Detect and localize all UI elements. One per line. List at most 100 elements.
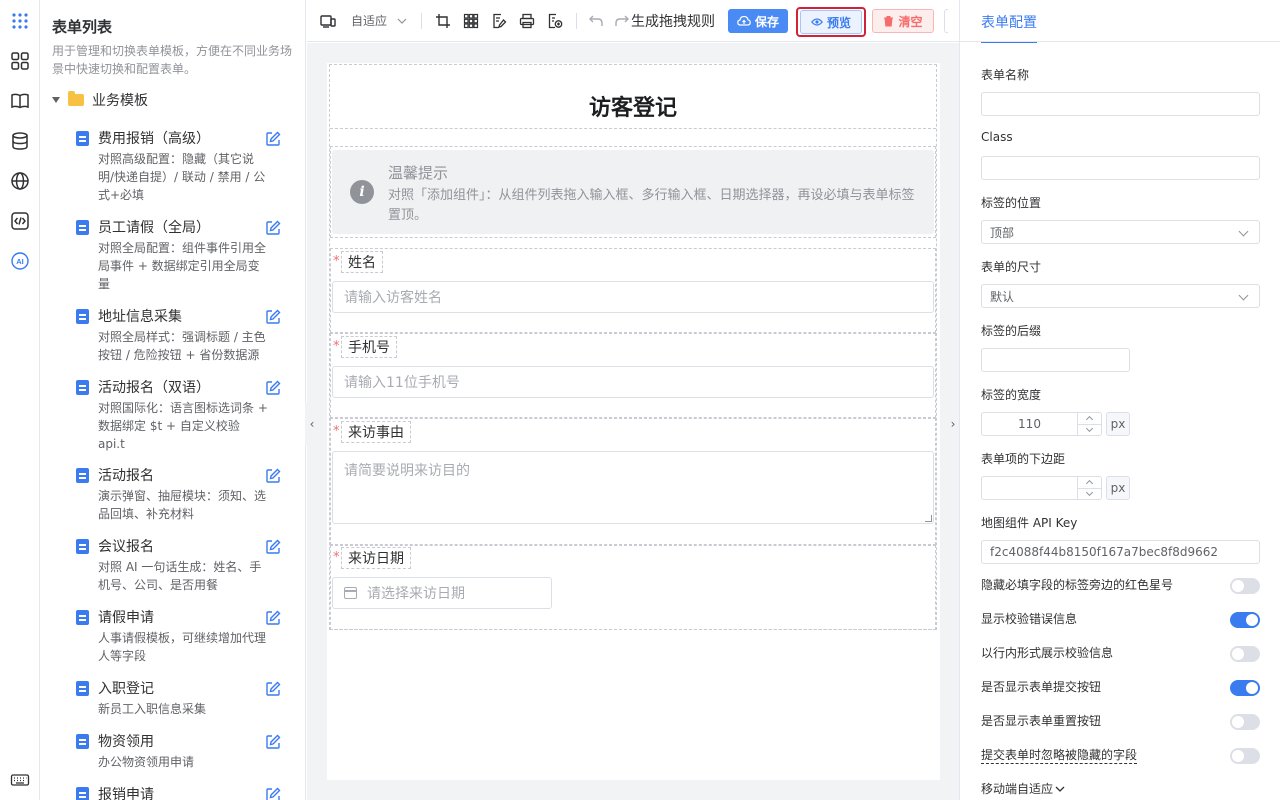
item-margin-unit: px [1106, 476, 1130, 500]
toolbar-divider [576, 12, 578, 29]
calendar-icon [344, 587, 357, 599]
edit-icon[interactable] [264, 786, 282, 800]
code-icon[interactable] [8, 209, 32, 233]
template-name: 活动报名 [98, 468, 154, 484]
tip-alert[interactable]: i 温馨提示 对照「添加组件」：从组件列表拖入输入框、多行输入框、日期选择器，再… [332, 150, 934, 234]
template-name: 会议报名 [98, 539, 154, 555]
switch-label: 是否显示表单提交按钮 [981, 680, 1102, 694]
generate-rules-button[interactable]: 生成拖拽规则 [631, 11, 715, 31]
preview-highlight: 预览 [796, 7, 866, 37]
chevron-up-icon[interactable] [1085, 415, 1094, 424]
label-width-label: 标签的宽度 [981, 388, 1042, 402]
grid-icon[interactable] [462, 12, 480, 30]
crop-icon[interactable] [434, 12, 452, 30]
template-name: 请假申请 [98, 610, 154, 626]
class-label: Class [981, 130, 1013, 144]
hide-required-asterisk-switch[interactable] [1230, 578, 1260, 594]
template-sidebar: 表单列表 用于管理和切换表单模板，方便在不同业务场景中快速切换和配置表单。 业务… [40, 0, 306, 800]
collapse-right-button[interactable]: › [946, 402, 960, 446]
inline-validation-switch[interactable] [1230, 646, 1260, 662]
toolbar-divider [421, 12, 423, 29]
tab-form-config[interactable]: 表单配置 [981, 12, 1037, 43]
mobile-adaptive-toggle[interactable]: 移动端自适应 [981, 780, 1065, 797]
template-desc: 对照国际化：语言图标选词条 + 数据绑定 $t + 自定义校验 api.t [98, 401, 268, 451]
required-mark: * [333, 339, 340, 354]
info-icon: i [350, 180, 374, 204]
ignore-hidden-fields-switch[interactable] [1230, 748, 1260, 764]
database-icon[interactable] [8, 129, 32, 153]
apps-grid-icon[interactable] [8, 9, 32, 33]
undo-icon[interactable] [587, 12, 605, 30]
print-icon[interactable] [518, 12, 536, 30]
edit-icon[interactable] [264, 130, 282, 148]
edit-doc-icon[interactable] [490, 12, 508, 30]
field-label: 姓名 [341, 251, 383, 273]
switch-label: 显示校验错误信息 [981, 612, 1078, 626]
label-width-unit: px [1106, 412, 1130, 436]
trash-icon [884, 16, 894, 27]
chevron-down-icon[interactable] [1085, 424, 1094, 433]
edit-icon[interactable] [264, 609, 282, 627]
preview-button[interactable]: 预览 [800, 10, 862, 34]
adaptive-select[interactable]: 自适应 [351, 12, 407, 29]
label-width-input[interactable]: 110 [981, 412, 1102, 436]
device-icon[interactable] [319, 12, 337, 30]
redo-icon[interactable] [613, 12, 631, 30]
label-position-select[interactable]: 顶部 [981, 220, 1260, 244]
edit-icon[interactable] [264, 379, 282, 397]
visitor-name-input[interactable]: 请输入访客姓名 [332, 281, 934, 313]
mobile-adaptive-label: 移动端自适应 [981, 782, 1054, 796]
show-validation-error-switch[interactable] [1230, 612, 1260, 628]
edit-icon[interactable] [264, 467, 282, 485]
label-suffix-input[interactable] [981, 348, 1130, 372]
item-margin-input[interactable] [981, 476, 1102, 500]
sidebar-title: 表单列表 [52, 18, 113, 36]
label-width-value: 110 [1018, 417, 1041, 431]
folder-icon [68, 91, 84, 106]
clear-button[interactable]: 清空 [872, 9, 934, 33]
collapse-left-button[interactable]: ‹ [305, 402, 319, 446]
class-input[interactable] [981, 156, 1260, 180]
template-desc: 对照全局样式：强调标题 / 主色按钮 / 危险按钮 + 省份数据源 [98, 330, 266, 362]
date-placeholder: 请选择来访日期 [367, 586, 465, 602]
show-reset-button-switch[interactable] [1230, 714, 1260, 730]
alert-title: 温馨提示 [388, 164, 449, 182]
form-name-label: 表单名称 [981, 68, 1030, 82]
caret-down-icon[interactable] [52, 97, 60, 103]
document-icon [76, 734, 89, 749]
chevron-up-icon[interactable] [1085, 479, 1094, 488]
ai-icon[interactable]: AI [8, 249, 32, 273]
chevron-down-icon[interactable] [1085, 488, 1094, 497]
globe-icon[interactable] [8, 169, 32, 193]
template-desc: 新员工入职信息采集 [98, 702, 207, 716]
edit-icon[interactable] [264, 308, 282, 326]
map-key-input[interactable]: f2c4088f44b8150f167a7bec8f8d9662 [981, 540, 1260, 564]
form-size-select[interactable]: 默认 [981, 284, 1260, 308]
template-name: 地址信息采集 [98, 309, 182, 325]
edit-icon[interactable] [264, 680, 282, 698]
visit-reason-textarea[interactable]: 请简要说明来访目的 [332, 451, 934, 524]
resize-handle-icon[interactable] [925, 515, 932, 522]
textarea-placeholder: 请简要说明来访目的 [344, 463, 470, 479]
label-position-label: 标签的位置 [981, 196, 1042, 210]
form-title[interactable]: 访客登记 [330, 90, 936, 122]
keyboard-icon[interactable] [8, 768, 32, 792]
form-name-input[interactable] [981, 92, 1260, 116]
edit-icon[interactable] [264, 733, 282, 751]
book-icon[interactable] [8, 89, 32, 113]
document-icon [76, 787, 89, 800]
save-button[interactable]: 保存 [728, 9, 788, 33]
export-icon[interactable] [546, 12, 564, 30]
edit-icon[interactable] [264, 219, 282, 237]
spinner[interactable] [1077, 413, 1101, 435]
spinner[interactable] [1077, 477, 1101, 499]
components-icon[interactable] [8, 49, 32, 73]
item-margin-label: 表单项的下边距 [981, 452, 1066, 466]
show-submit-button-switch[interactable] [1230, 680, 1260, 696]
more-button[interactable] [944, 9, 948, 33]
phone-input[interactable]: 请输入11位手机号 [332, 366, 934, 398]
template-group[interactable]: 业务模板 [52, 90, 148, 110]
clear-label: 清空 [898, 14, 923, 29]
edit-icon[interactable] [264, 538, 282, 556]
visit-date-picker[interactable]: 请选择来访日期 [332, 577, 552, 609]
